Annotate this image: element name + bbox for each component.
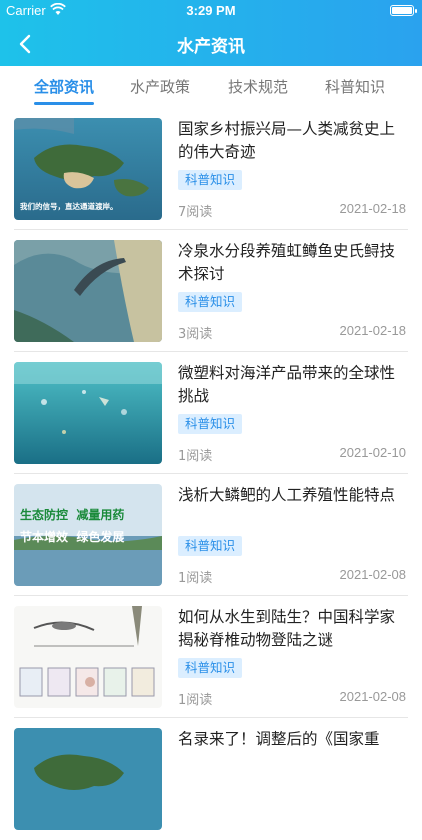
publish-date: 2021-02-08 — [339, 689, 407, 704]
article-category-tag: 科普知识 — [178, 414, 243, 434]
article-item[interactable]: 生态防控 减量用药 节本增效 绿色发展 浅析大鳞鲃的人工养殖性能特点 科普知识 … — [0, 474, 422, 596]
article-category-tag: 科普知识 — [178, 170, 243, 190]
status-bar: Carrier 3:29 PM — [0, 0, 422, 22]
article-category-tag: 科普知识 — [178, 658, 243, 678]
tab-science[interactable]: 科普知识 — [315, 76, 395, 97]
publish-date: 2021-02-08 — [339, 567, 407, 582]
thumbnail-slogan-1: 生态防控 减量用药 — [20, 508, 125, 522]
category-tabs: 全部资讯 水产政策 技术规范 科普知识 — [0, 66, 422, 108]
battery-icon — [390, 5, 414, 16]
article-title: 浅析大鳞鲃的人工养殖性能特点 — [178, 486, 396, 504]
article-title: 冷泉水分段养殖虹鳟鱼史氏鲟技术探讨 — [178, 242, 396, 283]
tab-policy[interactable]: 水产政策 — [120, 76, 200, 97]
read-count: 3阅读 — [178, 327, 213, 342]
article-thumbnail — [14, 728, 162, 830]
publish-date: 2021-02-10 — [339, 445, 407, 460]
article-title: 名录来了！调整后的《国家重 — [178, 730, 380, 748]
page-title: 水产资讯 — [177, 37, 245, 57]
article-thumbnail — [14, 606, 162, 708]
article-item[interactable]: 冷泉水分段养殖虹鳟鱼史氏鲟技术探讨 科普知识 3阅读 2021-02-18 — [0, 230, 422, 352]
status-time: 3:29 PM — [186, 3, 236, 18]
read-count: 7阅读 — [178, 205, 213, 220]
read-count: 1阅读 — [178, 571, 213, 586]
tab-tech-standards[interactable]: 技术规范 — [218, 76, 298, 97]
article-thumbnail: 我们的信号，直达通道渡岸。 — [14, 118, 162, 220]
navigation-header: Carrier 3:29 PM 水产资讯 — [0, 0, 422, 66]
article-thumbnail — [14, 362, 162, 464]
thumbnail-slogan-2: 节本增效 绿色发展 — [20, 530, 125, 544]
article-title: 如何从水生到陆生？中国科学家揭秘脊椎动物登陆之谜 — [178, 608, 396, 649]
article-item[interactable]: 如何从水生到陆生？中国科学家揭秘脊椎动物登陆之谜 科普知识 1阅读 2021-0… — [0, 596, 422, 718]
article-item[interactable]: 名录来了！调整后的《国家重 — [0, 718, 422, 840]
read-count: 1阅读 — [178, 693, 213, 708]
article-category-tag: 科普知识 — [178, 536, 243, 556]
thumbnail-caption: 我们的信号，直达通道渡岸。 — [20, 202, 118, 211]
publish-date: 2021-02-18 — [339, 201, 407, 216]
battery-nub-icon — [415, 9, 417, 13]
article-item[interactable]: 微塑料对海洋产品带来的全球性挑战 科普知识 1阅读 2021-02-10 — [0, 352, 422, 474]
article-title: 微塑料对海洋产品带来的全球性挑战 — [178, 364, 396, 405]
article-category-tag: 科普知识 — [178, 292, 243, 312]
read-count: 1阅读 — [178, 449, 213, 464]
tab-all-news[interactable]: 全部资讯 — [24, 76, 104, 97]
article-thumbnail — [14, 240, 162, 342]
article-title: 国家乡村振兴局—人类减贫史上的伟大奇迹 — [178, 120, 396, 161]
active-tab-indicator — [34, 102, 94, 105]
publish-date: 2021-02-18 — [339, 323, 407, 338]
article-thumbnail: 生态防控 减量用药 节本增效 绿色发展 — [14, 484, 162, 586]
article-item[interactable]: 我们的信号，直达通道渡岸。 国家乡村振兴局—人类减贫史上的伟大奇迹 科普知识 7… — [0, 108, 422, 230]
